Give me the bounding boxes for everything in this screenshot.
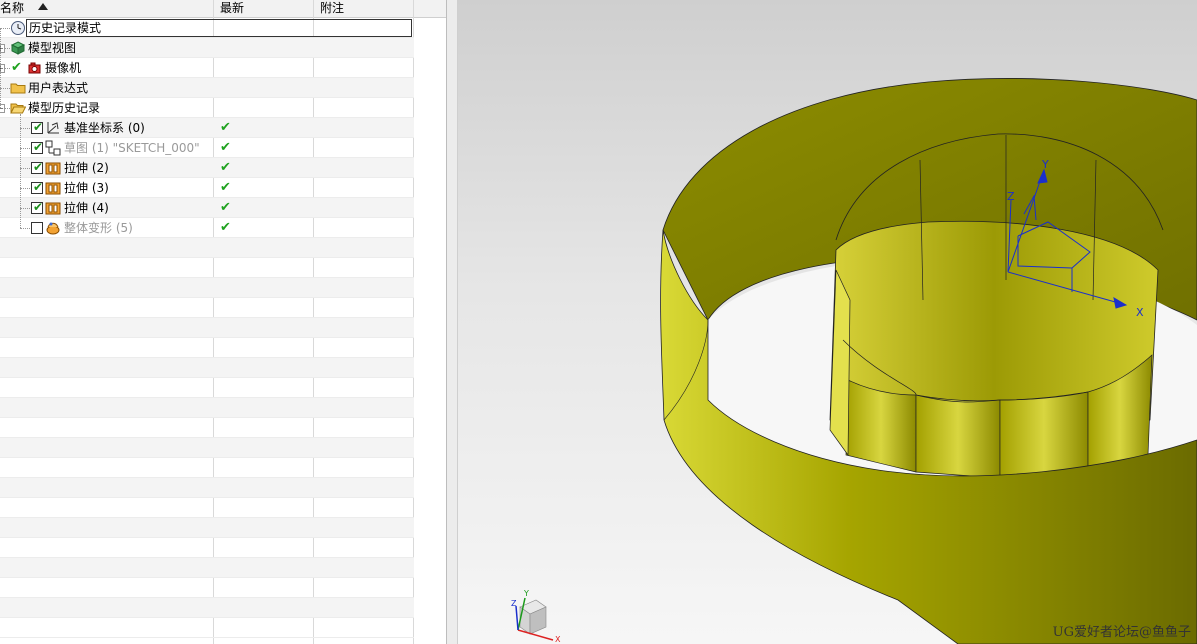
checkmark-icon: ✔ <box>33 200 44 214</box>
empty-row <box>0 318 414 338</box>
navigator-header: 名称 最新 附注 <box>0 0 446 18</box>
extrude-icon <box>45 160 61 176</box>
tree-connector <box>0 28 1 108</box>
empty-row <box>0 598 414 618</box>
checkmark-icon: ✔ <box>33 180 44 194</box>
column-header-name[interactable]: 名称 <box>0 0 24 17</box>
model-view-icon <box>10 40 26 56</box>
tree-item-label[interactable]: 基准坐标系 (0) <box>64 120 145 136</box>
empty-row <box>0 278 414 298</box>
tree-row[interactable]: ✔ 拉伸 (3) ✔ <box>0 178 414 198</box>
checkmark-icon: ✔ <box>33 140 44 154</box>
tree-item-label[interactable]: 模型视图 <box>28 40 76 56</box>
tree-item-label[interactable]: 整体变形 (5) <box>64 220 133 236</box>
up-to-date-check-icon: ✔ <box>220 220 231 235</box>
watermark-text: UG爱好者论坛@鱼鱼子 <box>1052 625 1191 640</box>
tree-row[interactable]: + ✔ 摄像机 <box>0 58 414 78</box>
csys-y-label: Y <box>1041 158 1049 171</box>
feature-checkbox[interactable]: ✔ <box>31 140 44 154</box>
extrude-icon <box>45 200 61 216</box>
tree-row[interactable]: 整体变形 (5) ✔ <box>0 218 414 238</box>
folder-icon <box>10 80 26 96</box>
tree-item-label[interactable]: 模型历史记录 <box>28 100 100 116</box>
empty-row <box>0 578 414 598</box>
empty-row <box>0 238 414 258</box>
empty-row <box>0 258 414 278</box>
triad-y-label: Y <box>523 589 529 598</box>
graphics-window[interactable]: X Y Z X Y Z UG爱好者论坛@鱼鱼子 <box>458 0 1197 644</box>
up-to-date-check-icon: ✔ <box>220 140 231 155</box>
empty-row <box>0 378 414 398</box>
tree-row[interactable]: − 模型历史记录 <box>0 98 414 118</box>
empty-row <box>0 498 414 518</box>
empty-row <box>0 438 414 458</box>
model-canvas[interactable]: X Y Z X Y Z <box>458 0 1197 644</box>
camera-icon <box>27 60 43 76</box>
empty-row <box>0 538 414 558</box>
feature-checkbox[interactable] <box>31 222 43 234</box>
empty-row <box>0 398 414 418</box>
empty-row <box>0 298 414 318</box>
tree-row[interactable]: ✔ 拉伸 (2) ✔ <box>0 158 414 178</box>
view-triad[interactable]: X Y Z <box>511 589 561 644</box>
empty-row <box>0 618 414 638</box>
tree-item-label[interactable]: 拉伸 (3) <box>64 180 109 196</box>
folder-open-icon <box>10 100 27 116</box>
empty-row <box>0 358 414 378</box>
part-navigator: 名称 最新 附注 历史记录模式 + 模型视图 + ✔ 摄像机 用户表达式 − 模型历史记录 ✔ 基准… <box>0 0 446 644</box>
tree-item-label[interactable]: 拉伸 (2) <box>64 160 109 176</box>
feature-checkbox[interactable]: ✔ <box>31 160 44 174</box>
global-shaping-icon <box>45 220 61 236</box>
tree-item-label[interactable]: 用户表达式 <box>28 80 88 96</box>
empty-row <box>0 338 414 358</box>
feature-checkbox[interactable]: ✔ <box>31 180 44 194</box>
tree-row[interactable]: 历史记录模式 <box>0 18 414 38</box>
tree-item-label[interactable]: 摄像机 <box>45 60 81 76</box>
tree-row[interactable]: + 模型视图 <box>0 38 414 58</box>
triad-x-label: X <box>555 635 561 644</box>
tree-row[interactable]: ✔ 基准坐标系 (0) ✔ <box>0 118 414 138</box>
column-header-comment[interactable]: 附注 <box>320 0 344 17</box>
empty-row <box>0 558 414 578</box>
empty-row <box>0 518 414 538</box>
empty-row <box>0 478 414 498</box>
feature-checkbox[interactable]: ✔ <box>31 120 44 134</box>
datum-csys-icon <box>45 120 61 136</box>
empty-row <box>0 458 414 478</box>
csys-x-label: X <box>1136 306 1144 319</box>
up-to-date-check-icon: ✔ <box>220 120 231 135</box>
checkmark-icon: ✔ <box>33 120 44 134</box>
clock-icon <box>10 20 26 36</box>
tree-item-label[interactable]: 草图 (1) "SKETCH_000" <box>64 140 200 156</box>
tree-row[interactable]: 用户表达式 <box>0 78 414 98</box>
sort-ascending-icon[interactable] <box>38 3 48 10</box>
tree-item-label[interactable]: 历史记录模式 <box>26 19 412 37</box>
extrude-icon <box>45 180 61 196</box>
up-to-date-check-icon: ✔ <box>220 160 231 175</box>
tree-row[interactable]: ✔ 草图 (1) "SKETCH_000" ✔ <box>0 138 414 158</box>
csys-z-label: Z <box>1007 190 1015 203</box>
column-header-latest[interactable]: 最新 <box>220 0 244 17</box>
tree-connector <box>0 88 10 89</box>
feature-checkbox[interactable]: ✔ <box>31 200 44 214</box>
tree-connector <box>0 28 10 29</box>
panel-splitter[interactable] <box>446 0 458 644</box>
empty-row <box>0 418 414 438</box>
tree-item-label[interactable]: 拉伸 (4) <box>64 200 109 216</box>
visibility-check-icon[interactable]: ✔ <box>11 60 22 75</box>
checkmark-icon: ✔ <box>33 160 44 174</box>
tree-row[interactable]: ✔ 拉伸 (4) ✔ <box>0 198 414 218</box>
up-to-date-check-icon: ✔ <box>220 200 231 215</box>
tree-connector <box>20 114 21 228</box>
up-to-date-check-icon: ✔ <box>220 180 231 195</box>
triad-z-label: Z <box>511 599 517 608</box>
sketch-icon <box>45 140 61 156</box>
